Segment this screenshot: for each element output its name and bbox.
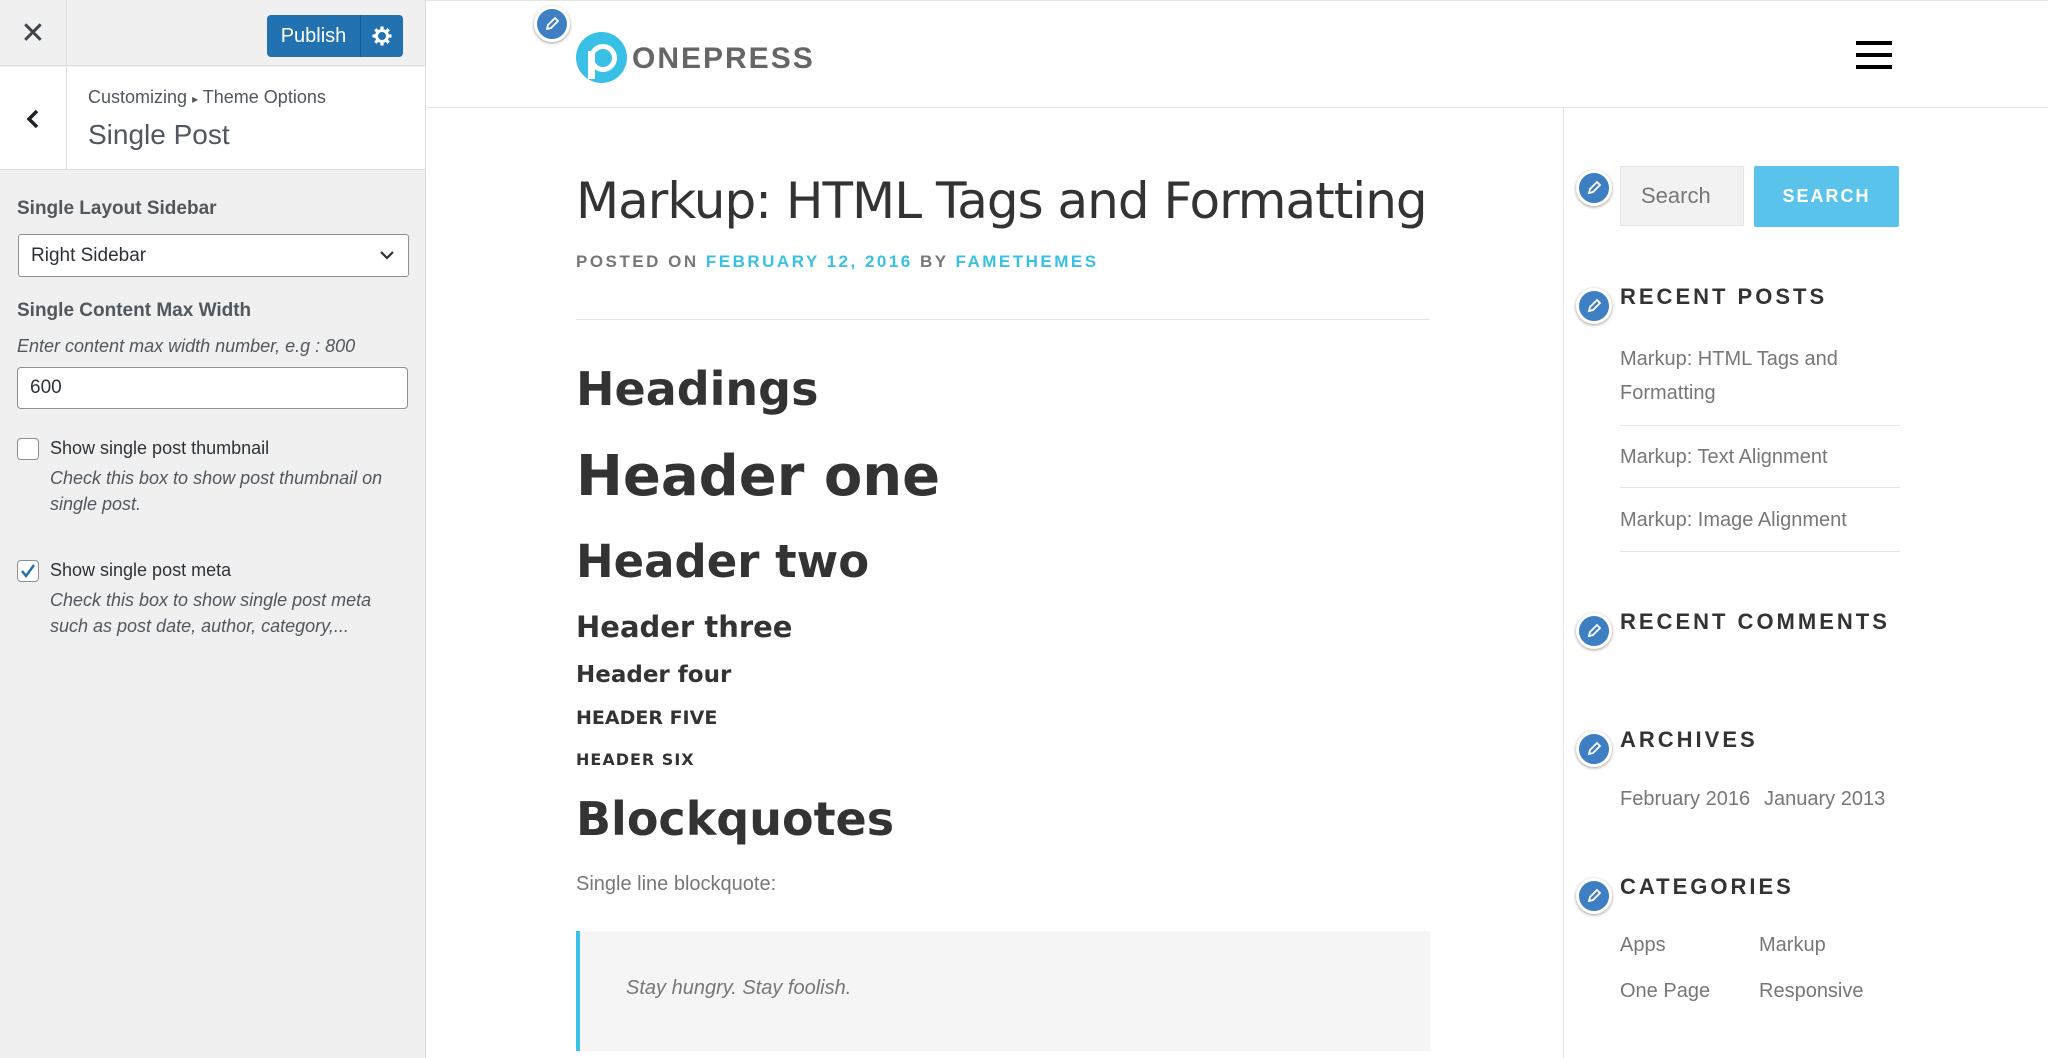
layout-sidebar-select[interactable]: Right Sidebar	[18, 234, 409, 277]
category-link[interactable]: Apps	[1620, 934, 1666, 957]
post-meta-checkbox-description: Check this box to show single post meta …	[50, 590, 372, 636]
customizer-panel: ✕ Publish Customizing ▸ Theme Options Si…	[0, 0, 426, 1058]
header-five: HEADER FIVE	[576, 707, 718, 729]
breadcrumb-root: Customizing	[88, 87, 188, 107]
search-button[interactable]: SEARCH	[1754, 166, 1899, 227]
edit-recent-comments-shortcut[interactable]	[1576, 613, 1612, 649]
header-one: Header one	[576, 444, 941, 509]
recent-post-link[interactable]: Markup: Text Alignment	[1620, 440, 1900, 488]
breadcrumb: Customizing ▸ Theme Options	[88, 87, 326, 108]
headings-section-title: Headings	[576, 362, 819, 416]
content-width-description: Enter content max width number, e.g : 80…	[17, 336, 356, 356]
header-six: HEADER SIX	[576, 750, 695, 769]
recent-post-link[interactable]: Markup: Image Alignment	[1620, 503, 1900, 552]
recent-comments-title: RECENT COMMENTS	[1620, 609, 1890, 634]
search-input[interactable]: Search	[1620, 166, 1744, 226]
blockquotes-section-title: Blockquotes	[576, 792, 895, 846]
pencil-icon	[545, 16, 560, 31]
breadcrumb-parent: Theme Options	[202, 87, 326, 107]
chevron-left-icon	[26, 109, 39, 128]
edit-logo-shortcut[interactable]	[534, 6, 570, 42]
post-author-link[interactable]: FAMETHEMES	[956, 252, 1099, 271]
content-width-label: Single Content Max Width	[17, 300, 252, 321]
site-logo-icon[interactable]	[576, 32, 627, 83]
publish-button-group: Publish	[267, 15, 403, 57]
content-width-value: 600	[30, 377, 62, 398]
pencil-icon	[1587, 623, 1602, 638]
pencil-icon	[1587, 298, 1602, 313]
category-link[interactable]: Responsive	[1759, 980, 1864, 1003]
edit-archives-shortcut[interactable]	[1576, 731, 1612, 767]
blockquote: Stay hungry. Stay foolish.	[576, 931, 1430, 1051]
close-customizer-button[interactable]: ✕	[0, 0, 67, 66]
site-logo-stem	[588, 51, 595, 79]
gear-icon	[372, 26, 392, 46]
edit-categories-shortcut[interactable]	[1576, 878, 1612, 914]
edit-recent-posts-shortcut[interactable]	[1576, 288, 1612, 324]
post-meta-checkbox-label: Show single post meta	[50, 560, 232, 580]
post-meta: POSTED ON FEBRUARY 12, 2016 BY FAMETHEME…	[576, 252, 1099, 272]
site-logo-text[interactable]: ONEPRESS	[632, 42, 815, 76]
layout-sidebar-value: Right Sidebar	[31, 244, 147, 266]
menu-hamburger-icon[interactable]	[1856, 41, 1892, 69]
category-link[interactable]: Markup	[1759, 934, 1826, 957]
thumbnail-checkbox-label: Show single post thumbnail	[50, 438, 270, 458]
publish-button[interactable]: Publish	[267, 15, 361, 57]
back-button[interactable]	[0, 67, 67, 170]
pencil-icon	[1587, 741, 1602, 756]
publish-settings-button[interactable]	[361, 15, 403, 57]
recent-posts-title: RECENT POSTS	[1620, 284, 1828, 309]
header-four: Header four	[576, 662, 732, 688]
pencil-icon	[1587, 888, 1602, 903]
thumbnail-checkbox-description: Check this box to show post thumbnail on…	[50, 468, 383, 514]
category-link[interactable]: One Page	[1620, 980, 1710, 1003]
customizer-header: ✕ Publish	[0, 0, 425, 66]
recent-post-link[interactable]: Markup: HTML Tags and Formatting	[1620, 342, 1900, 426]
post-title: Markup: HTML Tags and Formatting	[576, 172, 1428, 230]
pencil-icon	[1587, 180, 1602, 195]
checkmark-icon	[21, 564, 36, 579]
layout-sidebar-label: Single Layout Sidebar	[17, 198, 217, 219]
section-header: Customizing ▸ Theme Options Single Post	[0, 67, 425, 170]
edit-search-widget-shortcut[interactable]	[1576, 170, 1612, 206]
posted-on-text: POSTED ON	[576, 252, 699, 271]
header-three: Header three	[576, 610, 793, 644]
thumbnail-checkbox[interactable]	[17, 438, 39, 460]
site-header: ONEPRESS	[426, 0, 2048, 108]
site-preview: ONEPRESS Markup: HTML Tags and Formattin…	[426, 0, 2048, 1058]
sidebar-divider	[1563, 108, 1564, 1058]
section-title: Single Post	[88, 119, 230, 150]
by-text: BY	[920, 252, 949, 271]
categories-title: CATEGORIES	[1620, 874, 1794, 899]
content-width-input[interactable]: 600	[17, 367, 408, 409]
archive-link[interactable]: February 2016	[1620, 788, 1750, 811]
archive-link[interactable]: January 2013	[1764, 788, 1885, 811]
header-two: Header two	[576, 535, 870, 588]
archives-title: ARCHIVES	[1620, 727, 1758, 752]
chevron-down-icon	[380, 251, 394, 260]
post-meta-checkbox[interactable]	[17, 560, 39, 582]
blockquote-text: Stay hungry. Stay foolish.	[626, 977, 852, 999]
breadcrumb-separator: ▸	[192, 92, 199, 106]
meta-divider	[576, 319, 1430, 320]
quote-intro: Single line blockquote:	[576, 873, 777, 895]
post-date-link[interactable]: FEBRUARY 12, 2016	[706, 252, 913, 271]
